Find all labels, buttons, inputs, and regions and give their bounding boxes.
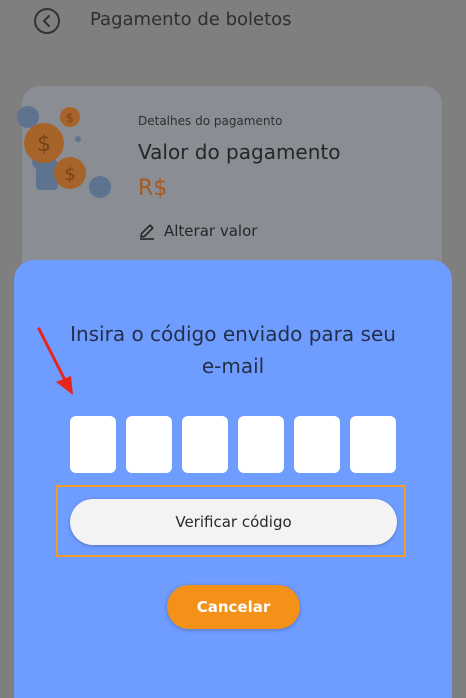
- code-digit-input[interactable]: [238, 416, 284, 473]
- code-digit-input[interactable]: [350, 416, 396, 473]
- code-digit-input[interactable]: [70, 416, 116, 473]
- svg-text:$: $: [64, 164, 75, 185]
- back-button[interactable]: [34, 8, 60, 34]
- payment-details-caption: Detalhes do pagamento: [138, 114, 283, 128]
- modal-title: Insira o código enviado para seu e-mail: [70, 322, 396, 378]
- pencil-icon: [140, 224, 154, 240]
- edit-amount-label: Alterar valor: [164, 222, 258, 240]
- app-header: Pagamento de boletos: [0, 0, 466, 44]
- code-digit-input[interactable]: [126, 416, 172, 473]
- svg-text:$: $: [37, 132, 51, 157]
- cancel-button[interactable]: Cancelar: [167, 585, 300, 629]
- currency-symbol: R$: [138, 176, 168, 201]
- back-circle-icon: [43, 15, 50, 27]
- coins-icon: $ $ $: [17, 106, 111, 198]
- annotation-arrow-icon: [37, 327, 73, 395]
- payment-amount-title: Valor do pagamento: [138, 140, 341, 164]
- code-digit-input[interactable]: [182, 416, 228, 473]
- page-title: Pagamento de boletos: [90, 9, 292, 30]
- verify-code-button[interactable]: Verificar código: [70, 499, 397, 545]
- code-digit-input[interactable]: [294, 416, 340, 473]
- edit-amount-link[interactable]: Alterar valor: [138, 222, 257, 240]
- svg-text:$: $: [66, 111, 74, 125]
